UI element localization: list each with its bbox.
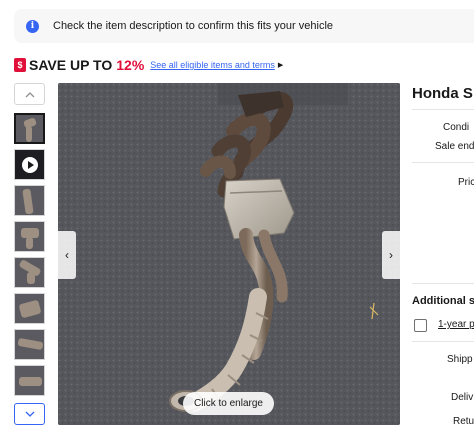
listing-summary-panel: Honda S Condi Sale end Pric Additional s… bbox=[402, 83, 474, 443]
play-icon bbox=[21, 156, 38, 173]
thumbnail-4[interactable] bbox=[14, 221, 45, 252]
save-label: SAVE UP TO bbox=[29, 57, 113, 73]
main-product-image[interactable]: ‹ › Click to enlarge bbox=[58, 83, 400, 425]
fitment-notice: i Check the item description to confirm … bbox=[14, 9, 474, 43]
fitment-notice-text: Check the item description to confirm th… bbox=[53, 20, 334, 32]
chevron-down-icon bbox=[25, 411, 34, 417]
protection-plan-link[interactable]: 1-year p bbox=[438, 319, 474, 330]
shipping-label: Shipp bbox=[447, 354, 473, 365]
condition-label: Condi bbox=[443, 122, 470, 133]
divider bbox=[412, 341, 474, 342]
sale-ends-label: Sale end bbox=[435, 141, 474, 152]
eligible-items-link[interactable]: See all eligible items and terms bbox=[150, 60, 275, 70]
chevron-up-icon bbox=[25, 91, 34, 97]
thumbnail-7[interactable] bbox=[14, 329, 45, 360]
divider bbox=[412, 162, 474, 163]
thumbnail-3[interactable] bbox=[14, 185, 45, 216]
thumbnail-scroll-up-button[interactable] bbox=[14, 83, 45, 105]
protection-plan-checkbox[interactable] bbox=[414, 319, 427, 332]
chevron-right-icon: › bbox=[389, 248, 393, 262]
exhaust-manifold-photo bbox=[58, 83, 400, 425]
divider bbox=[412, 109, 474, 110]
returns-label: Retu bbox=[453, 416, 474, 427]
save-percent: 12% bbox=[116, 57, 145, 73]
click-to-enlarge-button[interactable]: Click to enlarge bbox=[183, 392, 274, 415]
previous-image-button[interactable]: ‹ bbox=[58, 231, 76, 279]
promo-banner: $ SAVE UP TO 12% See all eligible items … bbox=[14, 56, 283, 74]
thumbnail-6[interactable] bbox=[14, 293, 45, 324]
price-tag-icon: $ bbox=[14, 58, 26, 72]
divider bbox=[412, 283, 474, 284]
chevron-left-icon: ‹ bbox=[65, 248, 69, 262]
thumbnail-video[interactable] bbox=[14, 149, 45, 180]
next-image-button[interactable]: › bbox=[382, 231, 400, 279]
thumbnail-5[interactable] bbox=[14, 257, 45, 288]
thumbnail-scroll-down-button[interactable] bbox=[14, 403, 45, 425]
price-label: Pric bbox=[458, 177, 474, 188]
thumbnail-8[interactable] bbox=[14, 365, 45, 396]
caret-right-icon: ▶ bbox=[277, 62, 284, 69]
listing-title: Honda S bbox=[412, 85, 473, 102]
info-icon: i bbox=[26, 19, 39, 33]
additional-services-heading: Additional se bbox=[412, 295, 474, 307]
thumbnail-1[interactable] bbox=[14, 113, 45, 144]
delivery-label: Deliv bbox=[451, 392, 474, 403]
